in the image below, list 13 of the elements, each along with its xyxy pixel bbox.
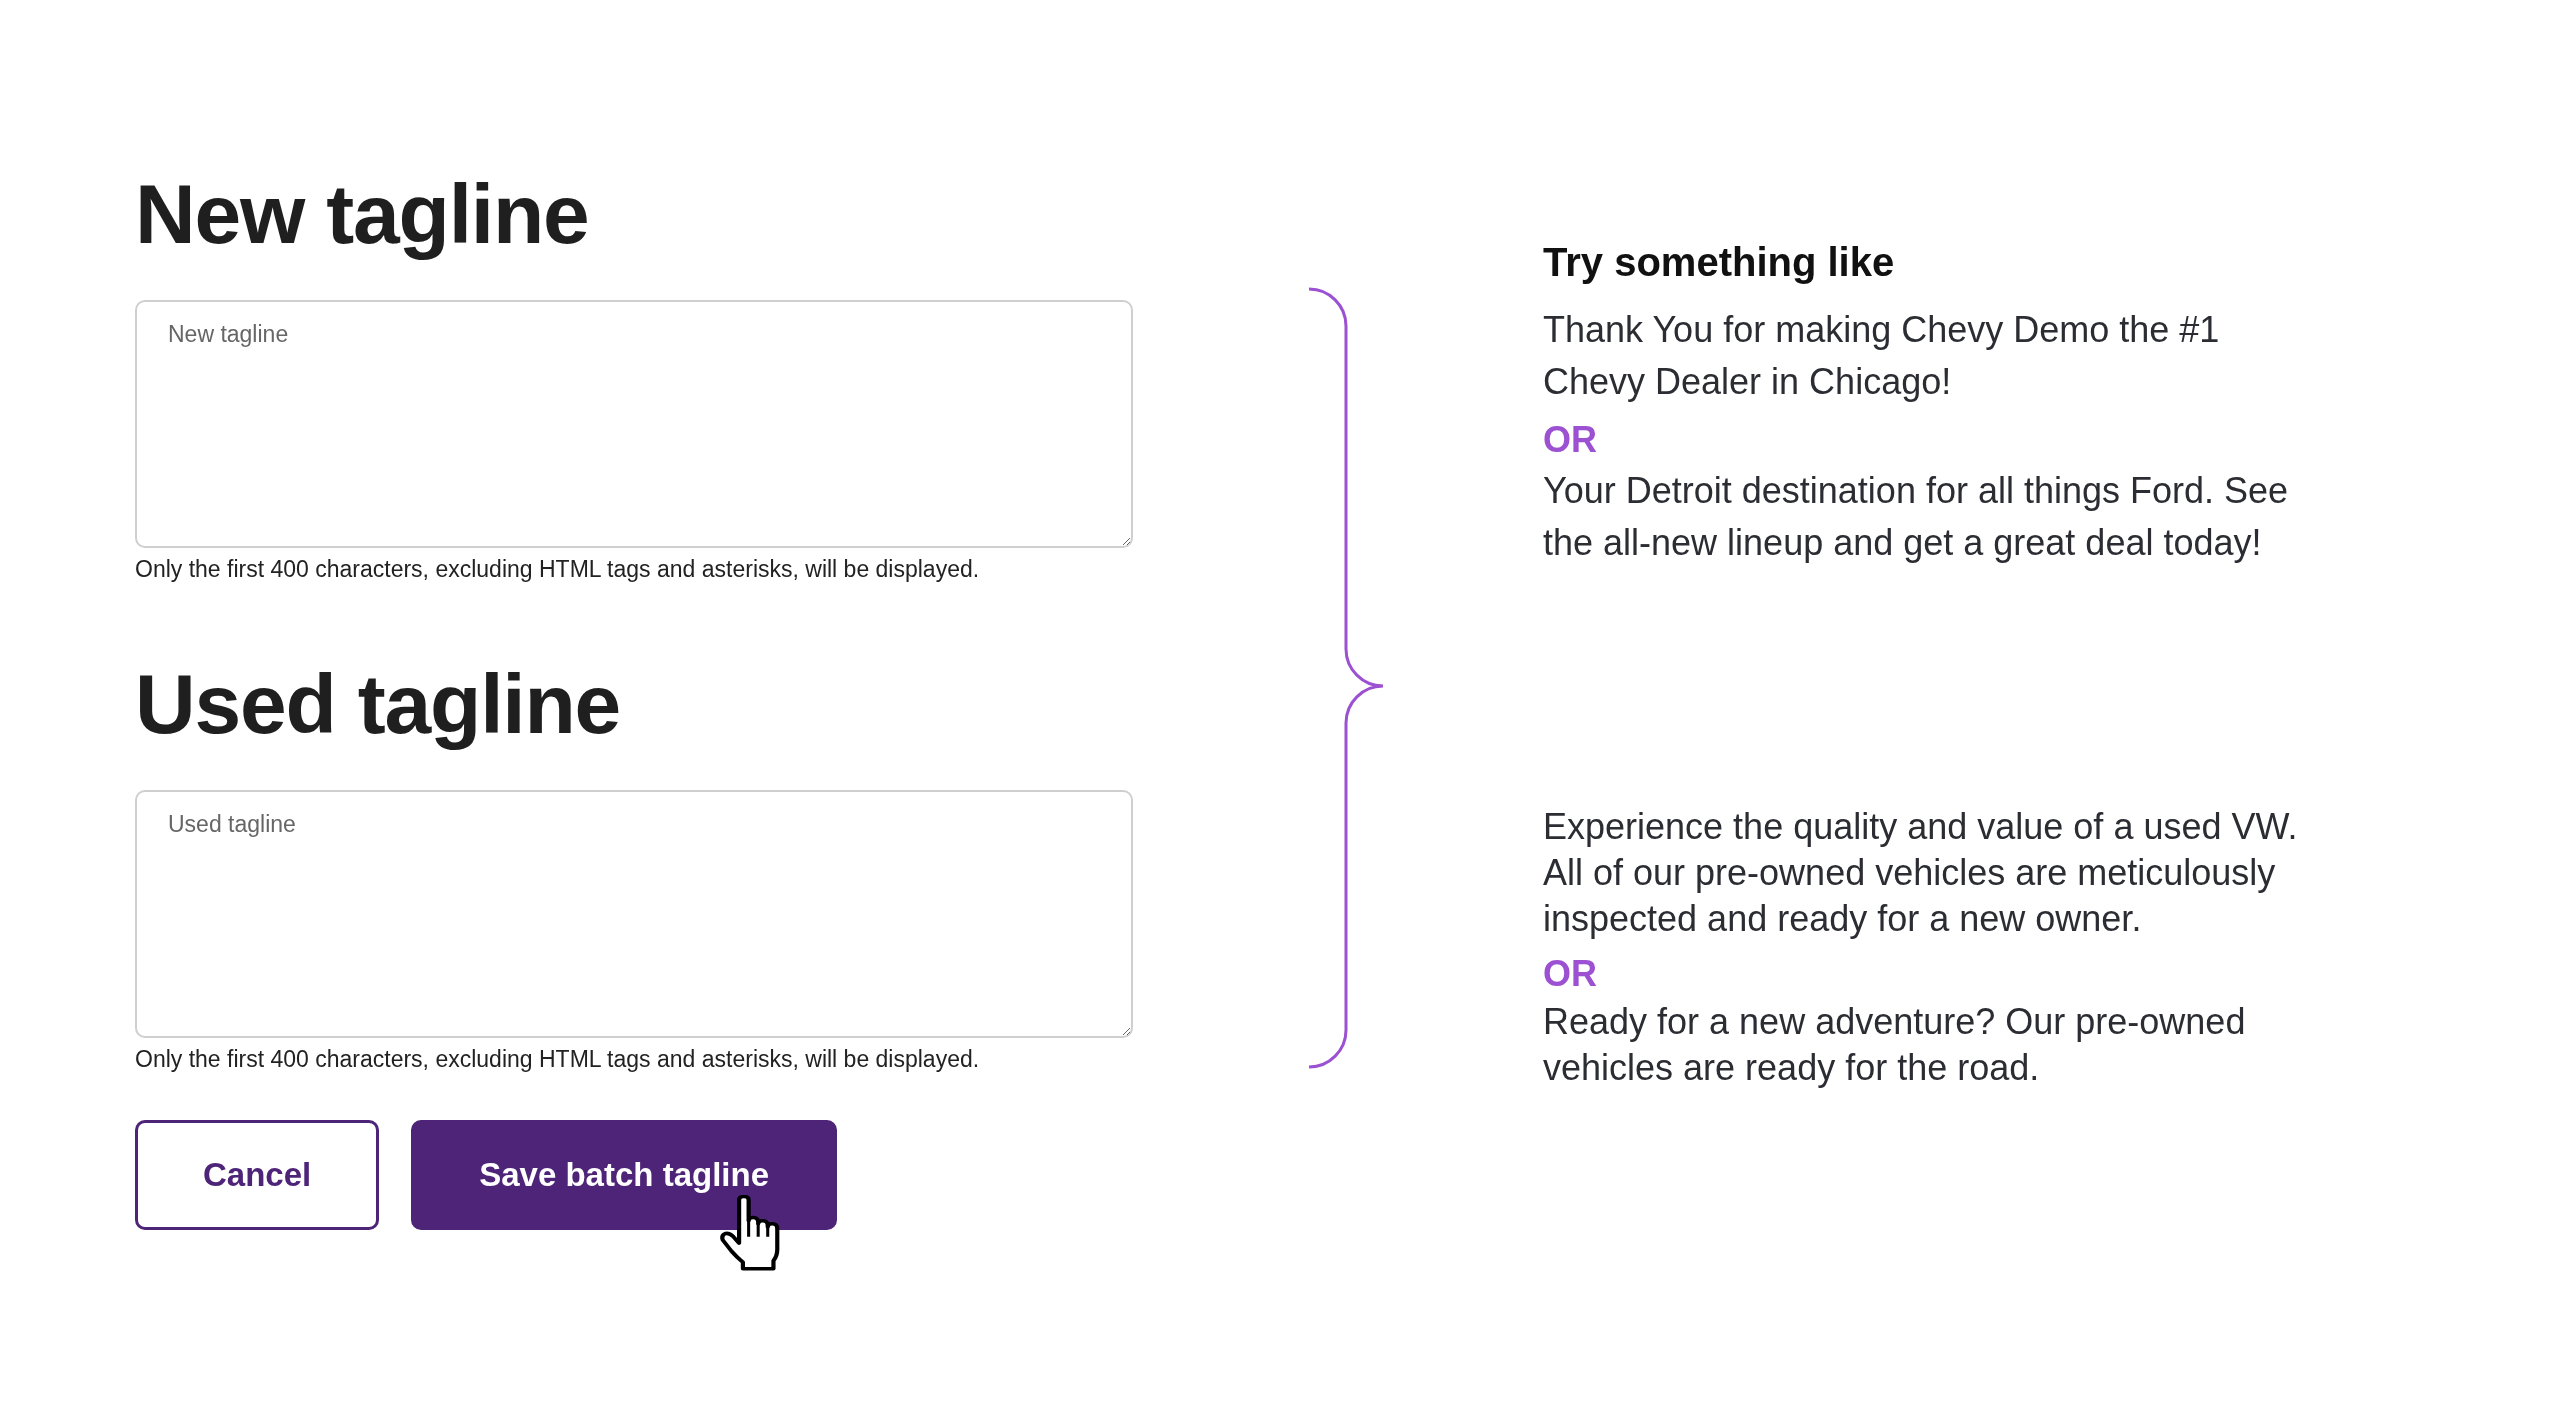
suggestion-text: Experience the quality and value of a used VW. All of our pre-owned vehicles are meticulously inspected and ready for a new owner. — [1543, 805, 2298, 941]
helper-text: Only the first 400 characters, excluding HTML tags and asterisks, will be displayed. — [135, 555, 980, 584]
suggestion-text: Your Detroit destination for all things Ford. See the all-new lineup and get a great deal today! — [1543, 469, 2289, 565]
save-button[interactable]: Save batch tagline — [411, 1120, 837, 1230]
suggestions-title: Try something like — [1543, 239, 1895, 286]
helper-text: Only the first 400 characters, excluding HTML tags and asterisks, will be displayed. — [135, 1045, 980, 1074]
suggestion-text: Thank You for making Chevy Demo the #1 Chevy Dealer in Chicago! — [1543, 308, 2220, 404]
tagline-textarea[interactable]: Used tagline — [135, 790, 1133, 1038]
or-label: OR — [1543, 418, 1597, 462]
tagline-textarea[interactable]: New tagline — [135, 300, 1133, 548]
suggestion-text: Ready for a new adventure? Our pre-owned vehicles are ready for the road. — [1543, 1000, 2246, 1090]
cancel-button[interactable]: Cancel — [135, 1120, 380, 1230]
or-label: OR — [1543, 952, 1597, 996]
